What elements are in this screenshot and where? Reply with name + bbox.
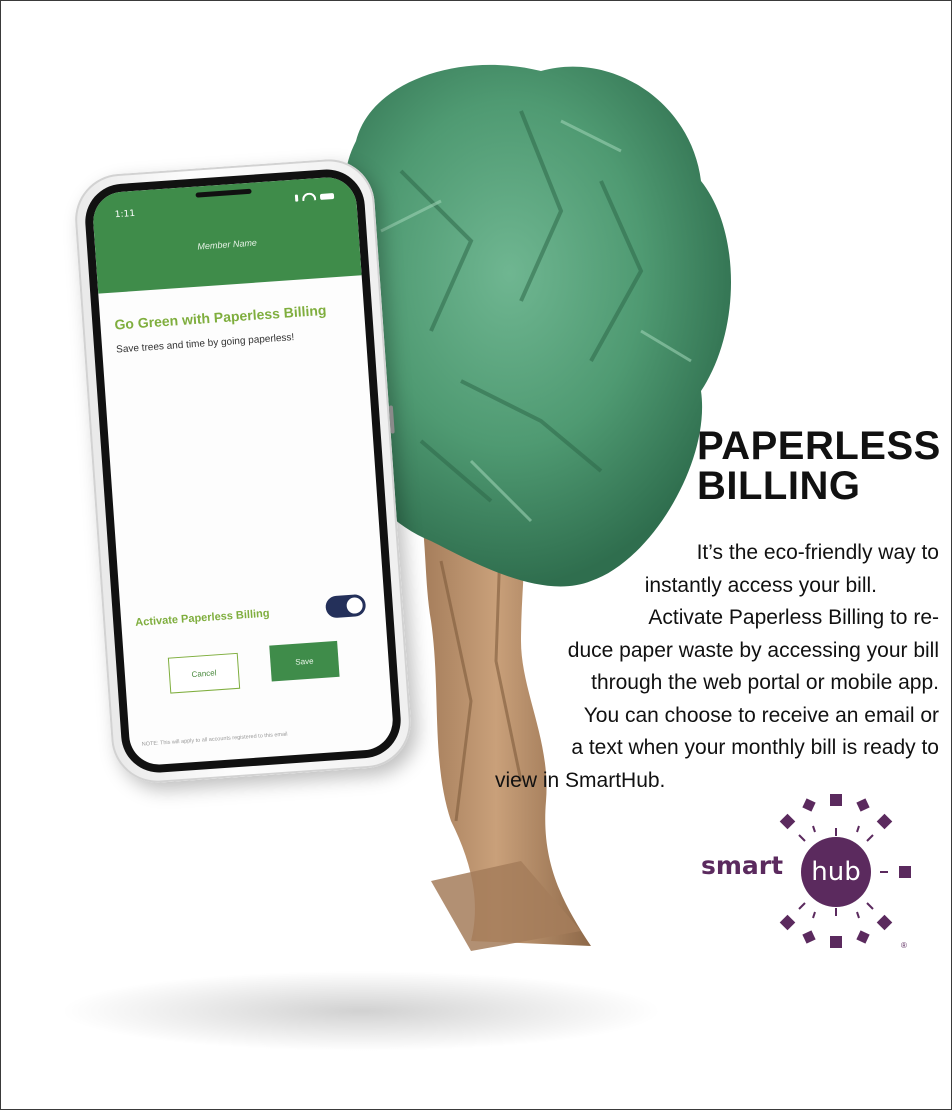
- body-line-1: It’s the eco-friendly way to: [696, 541, 939, 564]
- body-line-3: Activate Paperless Billing to re-: [648, 606, 939, 629]
- cancel-button[interactable]: Cancel: [167, 652, 241, 694]
- body-line-6: You can choose to receive an email or: [583, 703, 939, 727]
- body-copy: It’s the eco-friendly way to instantly a…: [495, 537, 939, 797]
- screen-subtitle: Save trees and time by going paperless!: [115, 332, 295, 356]
- body-line-2: instantly access your bill.: [644, 573, 877, 597]
- paperless-toggle[interactable]: [324, 593, 367, 619]
- note-text: NOTE: This will apply to all accounts re…: [141, 731, 288, 748]
- signal-icon: [294, 194, 299, 202]
- page-title: PAPERLESS BILLING: [697, 426, 947, 506]
- wifi-icon: [301, 192, 317, 202]
- page: 1:11 Member Name Go Green with Paperless…: [0, 0, 952, 1110]
- logo-smart-text: smart: [701, 851, 784, 880]
- body-line-4: duce paper waste by accessing your bill: [567, 638, 939, 662]
- body-line-7: a text when your monthly bill is ready t…: [571, 736, 939, 759]
- app-header: 1:11 Member Name: [91, 175, 362, 294]
- headline-line2: BILLING: [697, 464, 861, 508]
- toggle-knob: [346, 597, 364, 615]
- phone-screen: 1:11 Member Name Go Green with Paperless…: [91, 175, 395, 767]
- status-time: 1:11: [114, 208, 136, 221]
- header-title: Member Name: [197, 237, 258, 252]
- battery-icon: [319, 192, 335, 200]
- logo-hub-circle: hub: [801, 837, 871, 907]
- headline-line1: PAPERLESS: [697, 424, 941, 468]
- phone-notch: [195, 188, 252, 198]
- toggle-label: Activate Paperless Billing: [134, 607, 270, 629]
- phone-mockup: 1:11 Member Name Go Green with Paperless…: [72, 156, 414, 786]
- save-button[interactable]: Save: [269, 640, 340, 682]
- registered-mark: ®: [901, 941, 907, 950]
- smarthub-logo: smart hub ®: [701, 786, 941, 966]
- status-icons: [294, 191, 335, 202]
- body-line-5: through the web portal or mobile app.: [591, 671, 939, 694]
- screen-title: Go Green with Paperless Billing: [113, 301, 327, 333]
